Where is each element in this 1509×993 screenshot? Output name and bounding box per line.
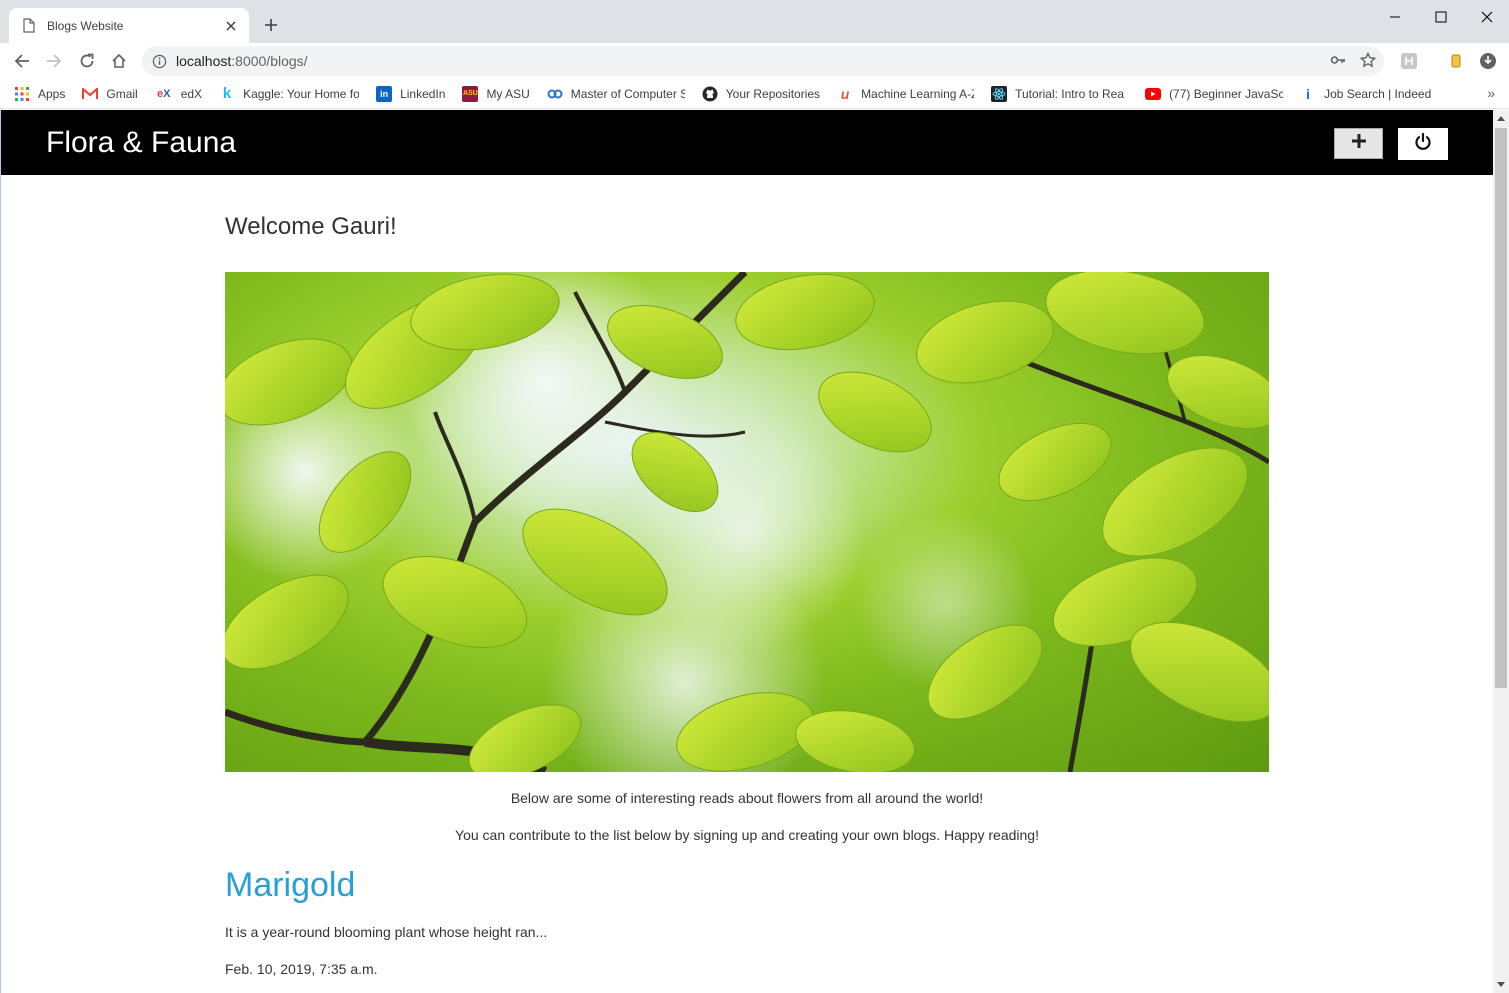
bookmark-edx[interactable]: eX edX — [155, 86, 202, 102]
document-icon — [23, 18, 37, 34]
scroll-up-icon[interactable] — [1493, 110, 1509, 126]
bookmark-star-icon[interactable] — [1359, 51, 1377, 73]
bookmark-label: Job Search | Indeed — [1324, 86, 1432, 101]
bookmark-label: My ASU — [486, 86, 530, 101]
hero-leaves-image — [225, 272, 1269, 772]
power-icon — [1413, 132, 1433, 157]
asu-icon: ASU — [462, 85, 479, 102]
bookmark-indeed[interactable]: i Job Search | Indeed — [1300, 86, 1431, 102]
post-excerpt: It is a year-round blooming plant whose … — [225, 924, 548, 940]
github-icon — [702, 86, 718, 102]
youtube-icon — [1145, 86, 1162, 102]
site-brand[interactable]: Flora & Fauna — [46, 126, 236, 160]
extension-coin-icon[interactable] — [1446, 51, 1466, 71]
back-icon[interactable] — [10, 49, 34, 73]
bookmark-react[interactable]: Tutorial: Intro to Rea — [991, 85, 1128, 102]
bookmark-label: Your Repositories — [725, 86, 821, 101]
tab-title: Blogs Website — [47, 18, 124, 33]
leaves-illustration — [225, 272, 1269, 772]
udemy-icon: u — [840, 85, 850, 102]
bookmarks-bar: Apps Gmail eX edX k Kaggle: Your Home fo… — [0, 79, 1509, 109]
page-viewport: Flora & Fauna Welcome Gauri! Below are s… — [0, 110, 1493, 993]
bookmark-youtube[interactable]: (77) Beginner JavaScr — [1145, 86, 1283, 102]
minimize-icon[interactable] — [1372, 6, 1418, 28]
scroll-thumb[interactable] — [1495, 128, 1507, 688]
profile-icon[interactable] — [1478, 51, 1498, 71]
bookmark-label: (77) Beginner JavaScr — [1169, 86, 1284, 101]
add-blog-button[interactable] — [1334, 128, 1383, 159]
bookmark-apps[interactable]: Apps — [14, 86, 65, 102]
welcome-heading: Welcome Gauri! — [225, 213, 397, 240]
url-text: localhost:8000/blogs/ — [176, 53, 308, 69]
bookmark-kaggle[interactable]: k Kaggle: Your Home fo — [219, 86, 359, 102]
tab-close-icon[interactable] — [223, 18, 239, 34]
post-date: Feb. 10, 2019, 7:35 a.m. — [225, 961, 378, 977]
browser-tabstrip: Blogs Website — [0, 0, 1509, 43]
plus-icon — [1351, 133, 1367, 154]
bookmark-coursera[interactable]: Master of Computer S — [547, 86, 685, 102]
logout-button[interactable] — [1398, 128, 1448, 160]
scroll-down-icon[interactable] — [1493, 977, 1509, 993]
bookmark-label: Tutorial: Intro to Rea — [1015, 86, 1124, 101]
extension-icon[interactable] — [1399, 51, 1419, 71]
reload-icon[interactable] — [75, 49, 99, 73]
indeed-icon: i — [1306, 85, 1310, 102]
new-tab-icon[interactable] — [260, 14, 282, 36]
url-host: localhost — [176, 53, 232, 69]
kaggle-icon: k — [222, 85, 232, 102]
intro-text-1: Below are some of interesting reads abou… — [510, 790, 984, 806]
post-title-link[interactable]: Marigold — [225, 866, 355, 905]
bookmark-linkedin[interactable]: in LinkedIn — [376, 85, 446, 102]
bookmarks-overflow-icon[interactable]: » — [1487, 85, 1495, 101]
site-navbar: Flora & Fauna — [1, 110, 1493, 175]
react-icon — [991, 85, 1008, 102]
bookmark-label: LinkedIn — [400, 86, 446, 101]
bookmark-label: Apps — [38, 86, 66, 101]
linkedin-icon: in — [376, 85, 393, 102]
home-icon[interactable] — [107, 49, 131, 73]
vertical-scrollbar[interactable] — [1493, 110, 1509, 993]
window-close-icon[interactable] — [1464, 6, 1509, 28]
browser-tab[interactable]: Blogs Website — [9, 8, 249, 43]
bookmark-myasu[interactable]: ASU My ASU — [462, 85, 530, 102]
intro-text-2: You can contribute to the list below by … — [455, 827, 1039, 843]
bookmark-label: Gmail — [106, 86, 138, 101]
bookmark-label: edX — [180, 86, 203, 101]
apps-grid-icon — [14, 86, 30, 102]
browser-toolbar: localhost:8000/blogs/ — [0, 43, 1509, 79]
maximize-icon[interactable] — [1418, 6, 1464, 28]
bookmark-label: Master of Computer S — [570, 86, 685, 101]
key-icon[interactable] — [1330, 52, 1346, 73]
info-icon[interactable] — [152, 53, 168, 69]
bookmark-label: Kaggle: Your Home fo — [243, 86, 360, 101]
address-bar[interactable]: localhost:8000/blogs/ — [142, 46, 1384, 76]
bookmark-label: Machine Learning A-Z — [861, 86, 975, 101]
bookmark-gmail[interactable]: Gmail — [82, 86, 138, 102]
bookmark-github[interactable]: Your Repositories — [702, 86, 820, 102]
forward-icon[interactable] — [42, 49, 66, 73]
coursera-icon — [547, 86, 563, 102]
url-path: :8000/blogs/ — [231, 53, 308, 69]
bookmark-udemy[interactable]: u Machine Learning A-Z — [837, 86, 974, 102]
edx-icon: eX — [156, 87, 171, 100]
gmail-icon — [82, 86, 99, 102]
